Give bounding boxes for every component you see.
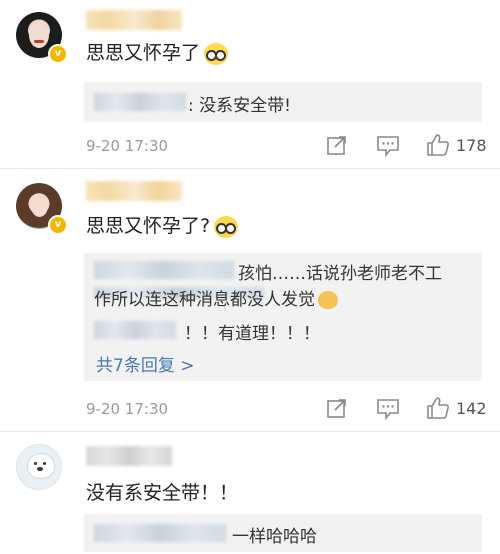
verified-badge-icon: v: [48, 215, 68, 235]
username[interactable]: [86, 446, 172, 466]
comment-text: 思思又怀孕了: [86, 38, 229, 65]
reply-username[interactable]: [94, 321, 176, 339]
comment-icon[interactable]: [376, 398, 400, 420]
verified-badge-icon: v: [48, 44, 68, 64]
reply-text-content: 作所以连这种消息都没人发觉: [94, 290, 315, 310]
glasses-emoji-icon: [204, 42, 229, 65]
reply-text: 作所以连这种消息都没人发觉: [94, 285, 338, 310]
avatar[interactable]: [16, 444, 62, 490]
timestamp: 9-20 17:30: [86, 400, 169, 418]
like-count: 142: [456, 399, 487, 418]
comment-2: v 思思又怀孕了? 孩怕……话说孙老师老不工 作所以连这种消息都没人发觉 ！！有…: [0, 169, 500, 431]
reply-username[interactable]: [94, 261, 234, 279]
like-count: 178: [456, 136, 487, 155]
view-more-replies-link[interactable]: 共7条回复 >: [96, 351, 194, 376]
comment-text-content: 思思又怀孕了?: [86, 215, 211, 237]
comment-3: 没有系安全带！！ 一样哈哈哈: [0, 432, 500, 554]
timestamp: 9-20 17:30: [86, 137, 169, 155]
comment-text: 没有系安全带！！: [86, 482, 239, 504]
reply-username[interactable]: [94, 93, 186, 111]
comment-icon[interactable]: [376, 135, 400, 157]
comment-text: 思思又怀孕了?: [86, 211, 239, 238]
reply-text: 一样哈哈哈: [232, 527, 317, 547]
comment-1: v 思思又怀孕了 : 没系安全带! 9-20 17:30 178: [0, 0, 500, 168]
share-icon[interactable]: [326, 134, 348, 156]
reply-box[interactable]: : 没系安全带!: [84, 82, 482, 122]
cat-emoji-icon: [318, 291, 338, 309]
like-icon[interactable]: [426, 396, 450, 420]
reply-text: ！！有道理！！！: [184, 324, 320, 344]
reply-box[interactable]: 孩怕……话说孙老师老不工 作所以连这种消息都没人发觉 ！！有道理！！！ 共7条回…: [84, 253, 482, 381]
reply-text: : 没系安全带!: [188, 96, 291, 116]
glasses-emoji-icon: [214, 215, 239, 238]
comment-text-content: 思思又怀孕了: [86, 42, 201, 64]
share-icon[interactable]: [326, 397, 348, 419]
reply-username[interactable]: [94, 524, 226, 542]
username[interactable]: [86, 181, 182, 201]
username[interactable]: [86, 10, 182, 30]
reply-text: 孩怕……话说孙老师老不工: [238, 264, 442, 284]
reply-box[interactable]: 一样哈哈哈: [84, 514, 482, 552]
like-icon[interactable]: [426, 133, 450, 157]
